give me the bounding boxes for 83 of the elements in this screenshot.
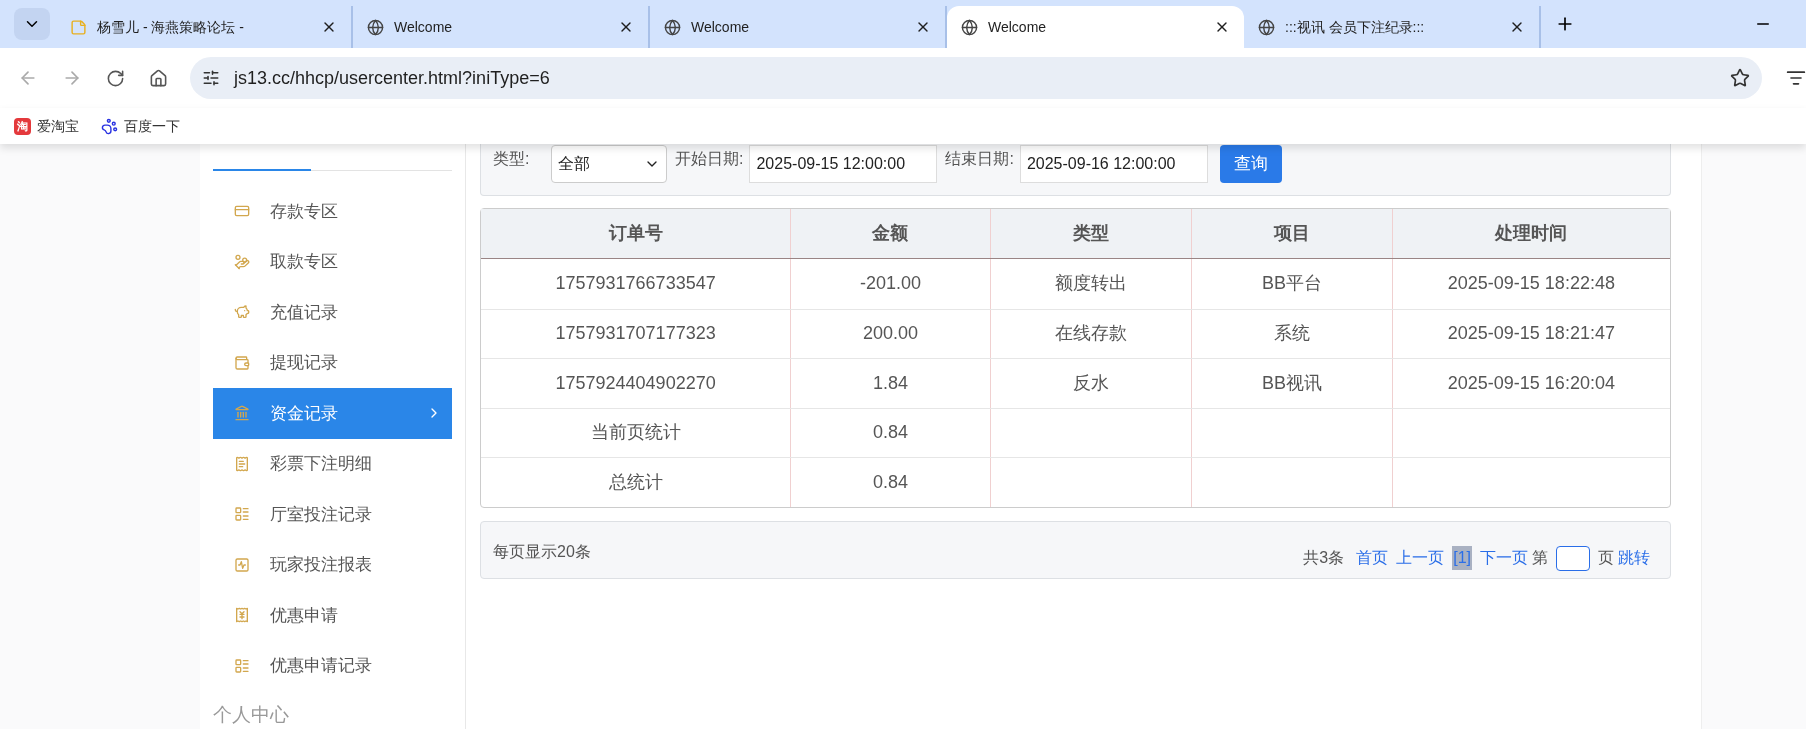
next-page-link[interactable]: 下一页 <box>1480 546 1528 570</box>
table-cell: -201.00 <box>790 259 990 309</box>
bookmark[interactable]: 百度一下 <box>101 115 180 137</box>
table-cell: 在线存款 <box>989 309 1192 358</box>
table-cell: 0.84 <box>790 458 990 507</box>
start-date-field[interactable]: 2025-09-15 12:00:00 <box>749 145 938 183</box>
current-page: [1] <box>1452 546 1472 570</box>
chart-icon <box>234 556 250 573</box>
table-cell: 1.84 <box>790 359 990 408</box>
table-cell-text: 总统计 <box>607 470 664 494</box>
receipt-icon <box>234 455 250 472</box>
section-title: 个人中心 <box>213 703 290 727</box>
filter-label: 开始日期: <box>675 148 744 169</box>
table-cell-text: 1757931766733547 <box>554 272 717 296</box>
tab-title: 杨雪儿 - 海燕策略论坛 - <box>97 17 245 37</box>
list-icon <box>234 506 250 523</box>
tab-title: Welcome <box>394 17 454 37</box>
column-header: 订单号 <box>607 222 664 245</box>
table-cell: 反水 <box>989 359 1192 408</box>
sidebar-item[interactable]: 优惠申请 <box>213 590 452 641</box>
sidebar-item[interactable]: 提现记录 <box>213 337 452 388</box>
table-cell: 2025-09-15 16:20:04 <box>1391 359 1670 408</box>
globe-icon <box>367 18 384 36</box>
globe-icon <box>961 18 978 36</box>
globe-icon <box>664 18 681 36</box>
bookmark[interactable]: 淘 爱淘宝 <box>14 115 79 137</box>
menu-icon[interactable] <box>1786 68 1806 88</box>
column-header: 金额 <box>790 209 990 258</box>
wallet-icon <box>234 354 250 371</box>
piggy-bank-icon <box>234 304 250 321</box>
tab-title: Welcome <box>691 17 751 37</box>
paw-icon <box>101 117 118 135</box>
jump-link[interactable]: 跳转 <box>1618 546 1650 570</box>
table-cell: 额度转出 <box>989 259 1192 309</box>
column-header: 项目 <box>1191 209 1392 258</box>
sidebar-item[interactable]: 彩票下注明细 <box>213 438 452 489</box>
browser-tab[interactable]: Welcome <box>947 6 1244 48</box>
table-cell-text: 1757931707177323 <box>554 322 717 346</box>
total-count: 共3条 <box>1303 548 1345 568</box>
page-number-field[interactable] <box>1556 545 1590 571</box>
globe-icon <box>1258 18 1275 36</box>
table-cell: 2025-09-15 18:22:48 <box>1391 259 1670 309</box>
table-cell-text: 当前页统计 <box>589 421 682 445</box>
yen-receipt-icon <box>234 607 250 624</box>
building-icon <box>234 405 250 422</box>
table-cell-text: 1757924404902270 <box>554 371 717 395</box>
sidebar-item[interactable]: 充值记录 <box>213 287 452 338</box>
first-page-link[interactable]: 首页 <box>1356 546 1389 570</box>
hand-coins-icon <box>234 253 250 270</box>
table-cell: 系统 <box>1191 309 1392 358</box>
reload-icon[interactable] <box>106 68 125 88</box>
sidebar-item[interactable]: 优惠申请记录 <box>213 640 452 691</box>
url-text: js13.cc/hhcp/usercenter.html?iniType=6 <box>234 66 551 90</box>
taobao-icon: 淘 <box>14 117 31 135</box>
end-date-field[interactable]: 2025-09-16 12:00:00 <box>1019 145 1208 183</box>
type-select[interactable]: 全部 <box>551 145 667 183</box>
filter-label: 结束日期: <box>945 148 1014 169</box>
home-icon[interactable] <box>149 68 168 88</box>
column-header: 处理时间 <box>1391 209 1670 258</box>
table-cell: BB平台 <box>1191 259 1392 309</box>
page-size-text: 每页显示20条 <box>493 541 591 562</box>
query-button[interactable]: 查询 <box>1219 145 1282 183</box>
bookmark-star-icon[interactable] <box>1730 68 1750 88</box>
page-label: 第 <box>1532 548 1548 568</box>
table-cell: 200.00 <box>790 309 990 358</box>
sidebar-item[interactable]: 取款专区 <box>213 236 452 287</box>
table-cell: BB视讯 <box>1191 359 1392 408</box>
tab-title: Welcome <box>988 17 1048 37</box>
filter-label: 类型: <box>493 148 531 169</box>
column-header: 类型 <box>989 209 1192 258</box>
tab-title: :::视讯 会员下注纪录::: <box>1285 17 1426 37</box>
prev-page-link[interactable]: 上一页 <box>1396 546 1445 570</box>
table-cell: 2025-09-15 18:21:47 <box>1391 309 1670 358</box>
table-cell: 0.84 <box>790 408 990 457</box>
sidebar-item[interactable]: 玩家投注报表 <box>213 539 452 590</box>
page-label: 页 <box>1598 548 1614 568</box>
sidebar-item[interactable]: 资金记录 <box>213 388 452 439</box>
site-settings-icon[interactable] <box>202 69 220 87</box>
note-icon <box>70 18 87 36</box>
sidebar-item[interactable]: 存款专区 <box>213 186 452 237</box>
sidebar-item[interactable]: 厅室投注记录 <box>213 489 452 540</box>
address-bar[interactable]: js13.cc/hhcp/usercenter.html?iniType=6 <box>190 57 1762 99</box>
list-icon <box>234 657 250 674</box>
